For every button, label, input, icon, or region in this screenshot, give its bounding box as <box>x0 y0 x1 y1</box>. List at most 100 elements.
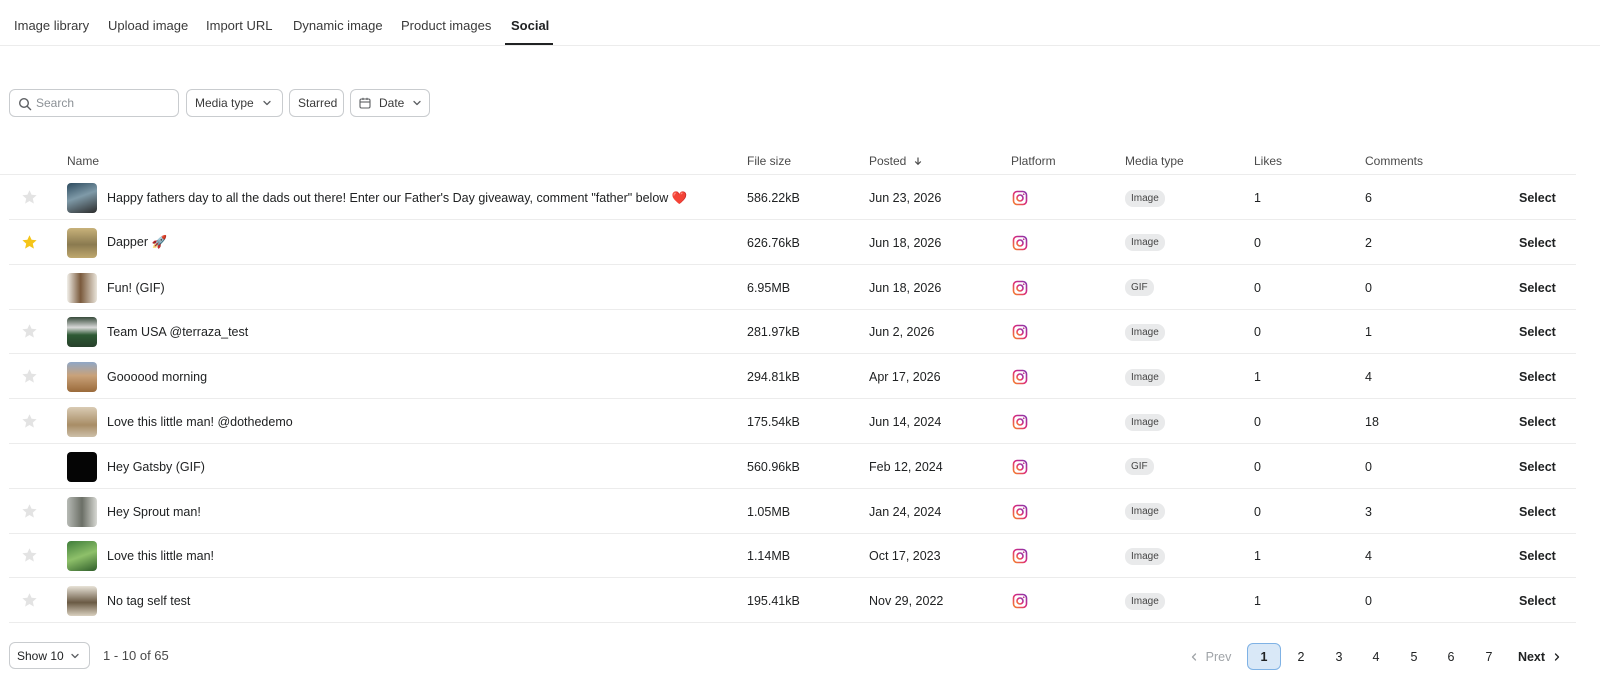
table-row[interactable]: Dapper 🚀 626.76kB Jun 18, 2026 Image 0 2… <box>9 221 1576 265</box>
select-button[interactable]: Select <box>1519 579 1556 623</box>
table-row[interactable]: Hey Sprout man! 1.05MB Jan 24, 2024 Imag… <box>9 490 1576 534</box>
row-media-type: Image <box>1125 579 1165 623</box>
select-button[interactable]: Select <box>1519 400 1556 444</box>
row-media-type: Image <box>1125 310 1165 354</box>
row-posted-date: Feb 12, 2024 <box>869 459 943 474</box>
star-icon[interactable] <box>21 547 38 564</box>
instagram-icon <box>1012 369 1028 385</box>
starred-filter-label: Starred <box>298 96 338 110</box>
media-type-filter[interactable]: Media type <box>186 89 283 117</box>
row-name: Love this little man! <box>107 549 214 564</box>
thumbnail <box>67 272 97 303</box>
page-button-7[interactable]: 7 <box>1472 643 1506 670</box>
tab-import-url[interactable]: Import URL <box>206 18 272 33</box>
tab-image-library[interactable]: Image library <box>14 18 89 33</box>
column-header-likes[interactable]: Likes <box>1254 154 1282 168</box>
page-button-4[interactable]: 4 <box>1359 643 1393 670</box>
row-name: Dapper 🚀 <box>107 235 168 250</box>
thumbnail <box>67 317 97 348</box>
page-button-2[interactable]: 2 <box>1284 643 1318 670</box>
column-header-posted[interactable]: Posted <box>869 154 923 168</box>
thumbnail <box>67 496 97 527</box>
table-row[interactable]: Hey Gatsby (GIF) 560.96kB Feb 12, 2024 G… <box>9 445 1576 489</box>
date-filter-label: Date <box>379 96 405 110</box>
star-icon[interactable] <box>21 189 38 206</box>
table-row[interactable]: Team USA @terraza_test 281.97kB Jun 2, 2… <box>9 310 1576 355</box>
tab-product-images[interactable]: Product images <box>401 18 491 33</box>
row-comments: 4 <box>1365 549 1372 564</box>
media-type-badge: Image <box>1125 234 1165 252</box>
column-header-media-type[interactable]: Media type <box>1125 154 1184 168</box>
row-file-size: 294.81kB <box>747 370 800 385</box>
next-page-button[interactable]: Next <box>1516 643 1564 670</box>
instagram-icon <box>1012 190 1028 206</box>
select-button[interactable]: Select <box>1519 445 1556 489</box>
table-row[interactable]: Fun! (GIF) 6.95MB Jun 18, 2026 GIF 0 0 S… <box>9 266 1576 310</box>
page-button-5[interactable]: 5 <box>1397 643 1431 670</box>
row-platform <box>1012 445 1028 489</box>
table-row[interactable]: No tag self test 195.41kB Nov 29, 2022 I… <box>9 579 1576 624</box>
row-file-size: 560.96kB <box>747 459 800 474</box>
row-platform <box>1012 355 1028 399</box>
thumbnail <box>67 227 97 258</box>
pagination-range: 1 - 10 of 65 <box>103 648 169 663</box>
thumbnail <box>67 362 97 393</box>
star-icon[interactable] <box>21 413 38 430</box>
table-row[interactable]: Love this little man! @dothedemo 175.54k… <box>9 400 1576 444</box>
instagram-icon <box>1012 325 1028 340</box>
column-header-name[interactable]: Name <box>67 154 99 168</box>
star-icon[interactable] <box>21 503 38 520</box>
row-file-size: 1.14MB <box>747 549 791 564</box>
row-likes: 0 <box>1254 459 1261 474</box>
row-name: Goooood morning <box>107 370 208 385</box>
select-button[interactable]: Select <box>1519 266 1556 310</box>
tab-dynamic-image[interactable]: Dynamic image <box>293 18 383 33</box>
row-comments: 0 <box>1365 280 1372 295</box>
column-header-comments[interactable]: Comments <box>1365 154 1423 168</box>
row-posted-date: Jun 14, 2024 <box>869 415 942 429</box>
row-likes: 1 <box>1254 191 1261 205</box>
media-type-badge: GIF <box>1125 458 1154 476</box>
table-row[interactable]: Happy fathers day to all the dads out th… <box>9 176 1576 220</box>
media-type-badge: Image <box>1125 323 1165 341</box>
star-icon[interactable] <box>21 323 38 340</box>
row-platform <box>1012 221 1028 265</box>
page-size-select[interactable]: Show 10 <box>9 642 90 669</box>
table-row[interactable]: Love this little man! 1.14MB Oct 17, 202… <box>9 534 1576 579</box>
select-button[interactable]: Select <box>1519 310 1556 354</box>
star-icon[interactable] <box>21 592 38 609</box>
column-header-posted-label: Posted <box>869 154 907 168</box>
select-button[interactable]: Select <box>1519 490 1556 534</box>
select-button[interactable]: Select <box>1519 221 1556 265</box>
starred-filter[interactable]: Starred <box>289 89 344 117</box>
page-button-3[interactable]: 3 <box>1322 643 1356 670</box>
search-input[interactable] <box>36 94 172 112</box>
page-button-6[interactable]: 6 <box>1434 643 1468 670</box>
select-button[interactable]: Select <box>1519 176 1556 220</box>
row-likes: 0 <box>1254 280 1261 295</box>
row-media-type: Image <box>1125 490 1165 534</box>
date-filter[interactable]: Date <box>350 89 430 117</box>
calendar-icon <box>359 97 371 109</box>
row-name: Team USA @terraza_test <box>107 325 249 340</box>
select-button[interactable]: Select <box>1519 534 1556 578</box>
star-icon[interactable] <box>21 234 38 251</box>
tab-upload-image[interactable]: Upload image <box>108 18 188 33</box>
search-box <box>9 89 179 117</box>
prev-page-button[interactable]: Prev <box>1185 643 1235 670</box>
row-likes: 1 <box>1254 594 1261 609</box>
row-posted-date: Nov 29, 2022 <box>869 594 944 609</box>
instagram-icon <box>1012 280 1028 295</box>
page-button-1[interactable]: 1 <box>1247 643 1281 670</box>
row-likes: 0 <box>1254 504 1261 519</box>
column-header-platform[interactable]: Platform <box>1011 154 1056 168</box>
row-platform <box>1012 400 1028 444</box>
chevron-right-icon <box>1554 652 1560 661</box>
table-row[interactable]: Goooood morning 294.81kB Apr 17, 2026 Im… <box>9 355 1576 400</box>
star-icon[interactable] <box>21 368 38 385</box>
row-comments: 4 <box>1365 370 1372 385</box>
chevron-down-icon <box>71 653 79 658</box>
tab-social[interactable]: Social <box>511 18 549 33</box>
select-button[interactable]: Select <box>1519 355 1556 399</box>
column-header-file-size[interactable]: File size <box>747 154 791 168</box>
